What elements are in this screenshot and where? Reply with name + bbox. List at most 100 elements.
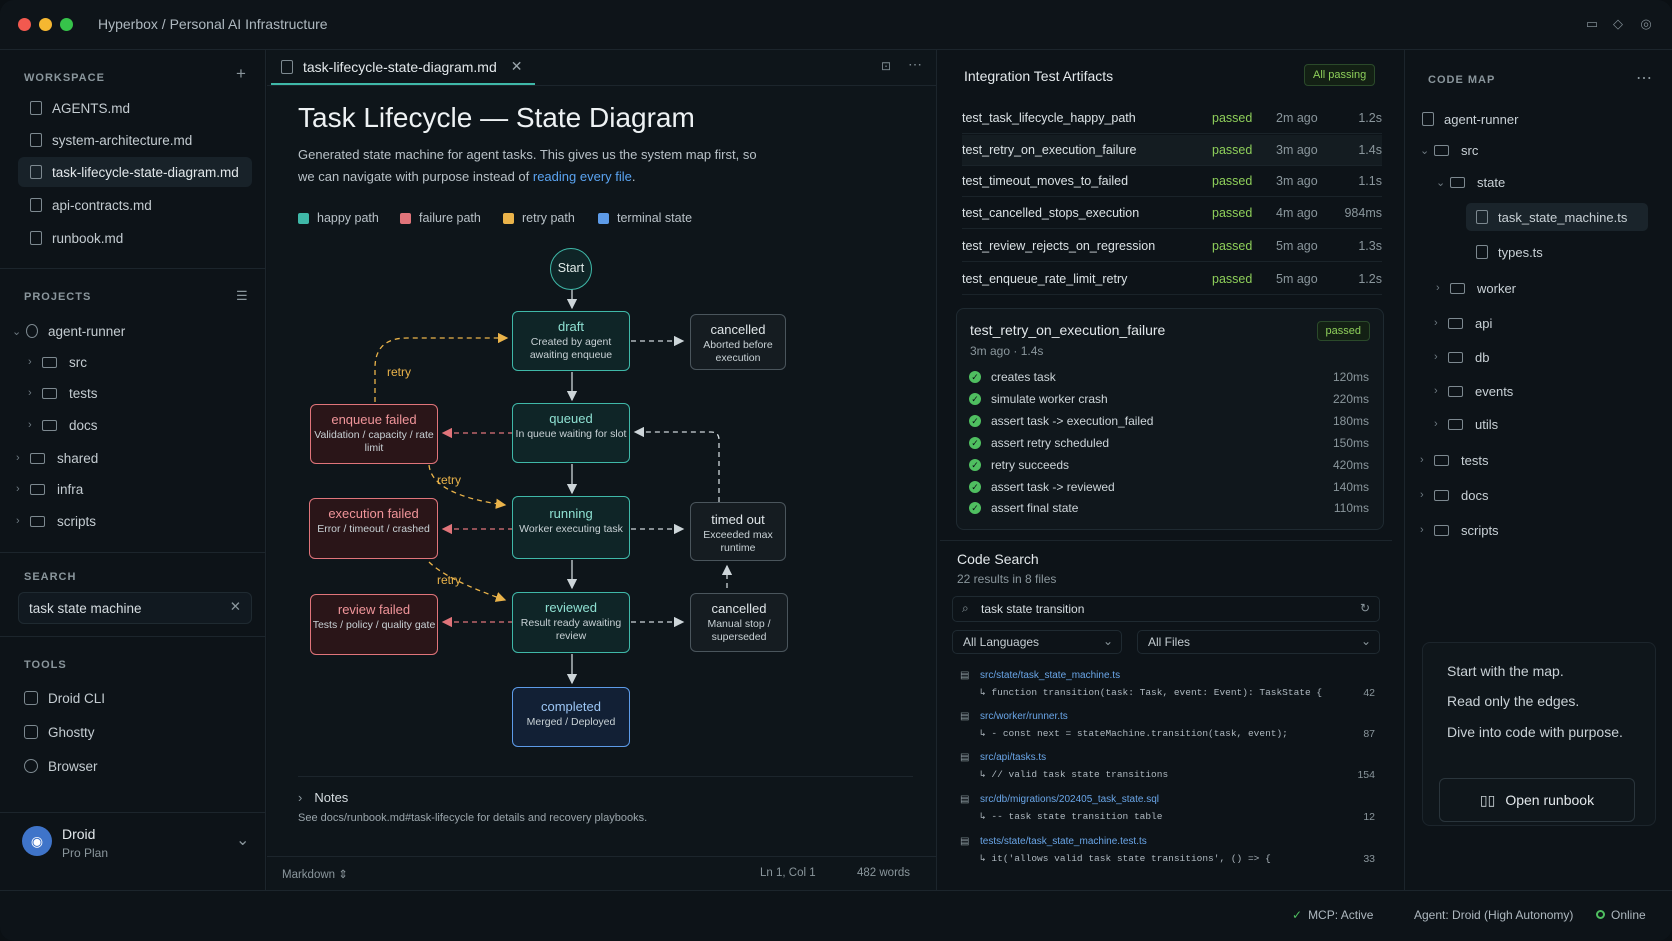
project-scripts[interactable]: › scripts [16, 506, 250, 536]
file-task-lifecycle[interactable]: task-lifecycle-state-diagram.md [18, 157, 252, 187]
node-reviewed[interactable]: reviewed Result ready awaiting review [512, 592, 630, 653]
test-row[interactable]: test_enqueue_rate_limit_retry passed 5m ag… [962, 264, 1382, 295]
test-row[interactable]: test_task_lifecycle_happy_path passed 2m a… [962, 103, 1382, 134]
node-timed-out[interactable]: timed out Exceeded max runtime [690, 502, 786, 561]
mode-select[interactable]: Markdown ⇕ [282, 867, 348, 881]
project-tests[interactable]: › tests [28, 378, 262, 408]
node-execution-failed[interactable]: execution failed Error / timeout / crashe… [309, 498, 438, 559]
map-tests[interactable]: › tests [1420, 446, 1488, 474]
search-result[interactable]: ▤ src/state/task_state_machine.ts ↳ functi… [960, 670, 1375, 699]
add-icon[interactable]: + [236, 64, 246, 84]
tool-browser[interactable]: Browser [24, 754, 98, 778]
files-select[interactable]: All Files ⌄ [1137, 630, 1380, 654]
map-src[interactable]: ⌄ src [1420, 136, 1478, 164]
book-icon: ▯▯ [1479, 791, 1496, 808]
map-task-state-machine[interactable]: task_state_machine.ts [1466, 203, 1648, 231]
retry-label: retry [437, 473, 461, 487]
robot-icon [1422, 112, 1434, 126]
clear-icon[interactable]: ✕ [230, 599, 241, 615]
minimize-window-button[interactable] [39, 18, 52, 31]
node-enqueue-failed[interactable]: enqueue failed Validation / capacity / ra… [310, 404, 438, 464]
file-agents[interactable]: AGENTS.md [18, 93, 252, 123]
more-icon[interactable]: ⋯ [1636, 68, 1652, 88]
folder-icon [30, 515, 45, 527]
chevron-right-icon: › [1420, 489, 1424, 501]
retry-label: retry [437, 573, 461, 587]
project-agent-runner[interactable]: ⌄ agent-runner [12, 316, 246, 346]
project-shared[interactable]: › shared [16, 443, 250, 473]
node-start[interactable]: Start [550, 248, 592, 290]
refresh-icon[interactable]: ↻ [1360, 601, 1370, 615]
collapse-icon[interactable]: ☰ [236, 288, 248, 304]
left-sidebar: WORKSPACE + AGENTS.md system-architectur… [0, 50, 266, 890]
project-docs[interactable]: › docs [28, 410, 262, 440]
language-select[interactable]: All Languages ⌄ [952, 630, 1122, 654]
divider [1404, 50, 1405, 890]
test-row[interactable]: test_cancelled_stops_execution passed 4m a… [962, 198, 1382, 229]
test-step: ✓ assert task -> reviewed 140ms [969, 477, 1369, 497]
file-icon [30, 165, 42, 179]
chevron-down-icon[interactable]: ⌄ [236, 830, 249, 850]
chevron-down-icon: ⌄ [12, 325, 22, 338]
code-search-input[interactable]: ⌕ task state transition ↻ [952, 596, 1380, 622]
divider [0, 268, 266, 269]
node-draft[interactable]: draft Created by agent awaiting enqueue [512, 311, 630, 371]
folder-icon [30, 483, 45, 495]
map-utils[interactable]: › utils [1434, 410, 1498, 438]
close-window-button[interactable] [18, 18, 31, 31]
sidebar-search-input[interactable]: task state machine ✕ [18, 592, 252, 624]
code-search-title: Code Search [957, 551, 1039, 567]
search-result[interactable]: ▤ src/db/migrations/202405_task_state.sql… [960, 794, 1375, 823]
file-api-contracts[interactable]: api-contracts.md [18, 190, 252, 220]
test-row[interactable]: test_retry_on_execution_failure passed 3m … [962, 135, 1382, 166]
folder-icon [1434, 489, 1449, 501]
folder-icon [42, 356, 57, 368]
node-review-failed[interactable]: review failed Tests / policy / quality ga… [310, 594, 438, 655]
check-icon: ✓ [1292, 908, 1303, 922]
check-icon: ✓ [969, 437, 981, 449]
divider [940, 540, 1392, 541]
map-state[interactable]: ⌄ state [1436, 168, 1505, 196]
node-cancelled-before[interactable]: cancelled Aborted before execution [690, 314, 786, 370]
folder-icon [42, 387, 57, 399]
tool-ghostty[interactable]: Ghostty [24, 720, 95, 744]
file-system-architecture[interactable]: system-architecture.md [18, 125, 252, 155]
map-docs[interactable]: › docs [1420, 481, 1488, 509]
test-row[interactable]: test_timeout_moves_to_failed passed 3m ago… [962, 166, 1382, 197]
map-scripts[interactable]: › scripts [1420, 516, 1499, 544]
node-cancelled-manual[interactable]: cancelled Manual stop / superseded [690, 593, 788, 652]
node-completed[interactable]: completed Merged / Deployed [512, 687, 630, 747]
project-infra[interactable]: › infra [16, 474, 250, 504]
file-runbook[interactable]: runbook.md [18, 223, 252, 253]
settings-icon[interactable]: ◎ [1638, 16, 1654, 32]
search-result[interactable]: ▤ tests/state/task_state_machine.test.ts ↳… [960, 836, 1375, 865]
chevron-right-icon: › [1434, 418, 1438, 430]
file-icon: ▤ [960, 836, 970, 847]
folder-icon [1434, 524, 1449, 536]
search-result[interactable]: ▤ src/worker/runner.ts ↳ - const next = st… [960, 711, 1375, 740]
avatar[interactable]: ◉ [22, 826, 52, 856]
map-agent-runner[interactable]: agent-runner [1422, 105, 1518, 133]
map-worker[interactable]: › worker [1436, 274, 1516, 302]
map-api[interactable]: › api [1434, 309, 1492, 337]
mcp-status[interactable]: ✓ MCP: Active [1292, 908, 1373, 922]
search-result[interactable]: ▤ src/api/tasks.ts ↳ // valid task state t… [960, 752, 1375, 781]
node-running[interactable]: running Worker executing task [512, 496, 630, 559]
chevron-down-icon: ⌄ [1102, 634, 1113, 648]
notes-toggle[interactable]: › Notes [298, 790, 348, 805]
test-row[interactable]: test_review_rejects_on_regression passed 5… [962, 231, 1382, 262]
ghost-icon [24, 725, 38, 739]
maximize-window-button[interactable] [60, 18, 73, 31]
map-db[interactable]: › db [1434, 343, 1489, 371]
check-icon: ✓ [969, 393, 981, 405]
chat-icon[interactable]: ▭ [1584, 16, 1600, 32]
node-queued[interactable]: queued In queue waiting for slot [512, 403, 630, 463]
share-icon[interactable]: ◇ [1610, 16, 1626, 32]
project-src[interactable]: › src [28, 347, 262, 377]
map-events[interactable]: › events [1434, 377, 1513, 405]
map-types[interactable]: types.ts [1476, 238, 1543, 266]
open-runbook-button[interactable]: ▯▯ Open runbook [1439, 778, 1635, 822]
file-icon: ▤ [960, 670, 970, 681]
tool-droid-cli[interactable]: Droid CLI [24, 686, 105, 710]
chevron-right-icon: › [1420, 454, 1424, 466]
